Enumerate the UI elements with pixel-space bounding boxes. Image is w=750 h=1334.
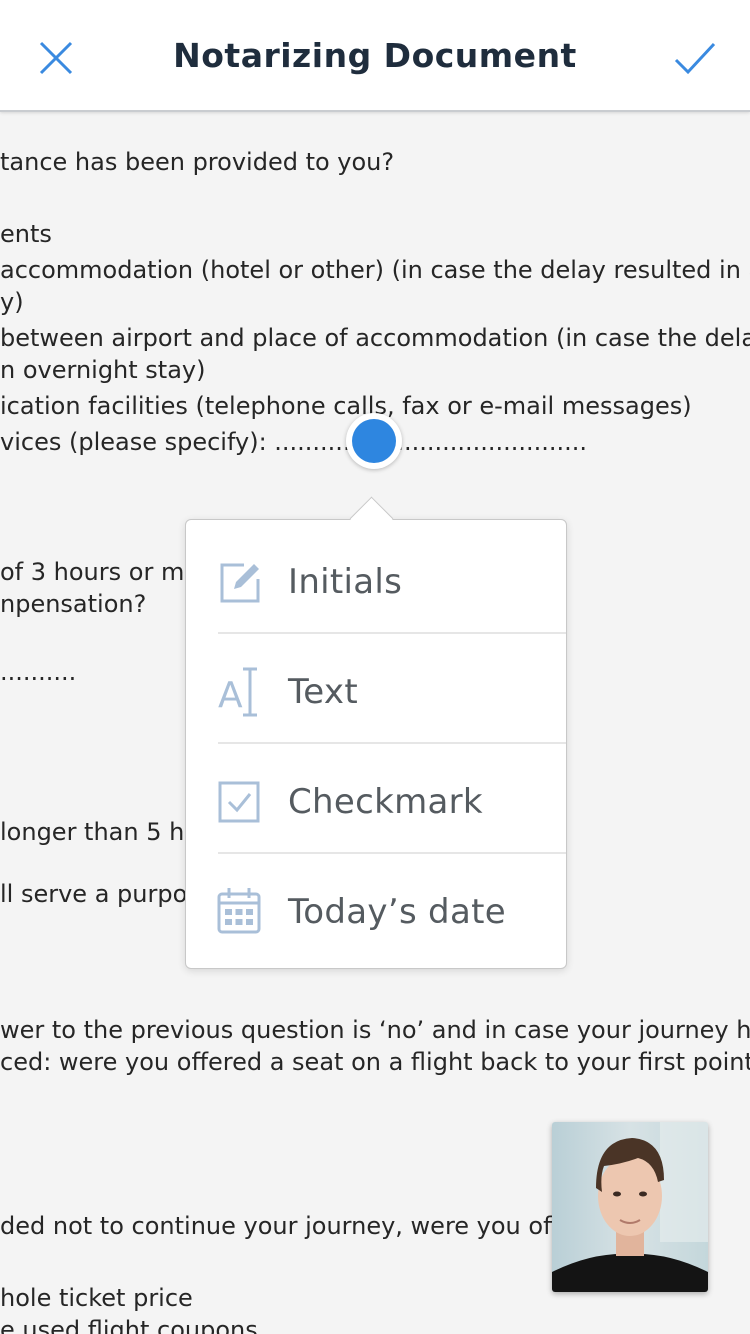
document-line: ced: were you offered a seat on a flight…	[0, 1048, 750, 1076]
page-title: Notarizing Document	[173, 36, 577, 75]
video-thumbnail[interactable]	[552, 1122, 708, 1292]
menu-item-checkmark[interactable]: Checkmark	[186, 744, 566, 854]
menu-item-initials[interactable]: Initials	[186, 524, 566, 634]
document-line: hole ticket price	[0, 1284, 193, 1312]
text-cursor-icon: A	[218, 667, 257, 717]
document-line: ded not to continue your journey, were y…	[0, 1212, 596, 1240]
document-line: tance has been provided to you?	[0, 148, 395, 176]
menu-item-label: Initials	[288, 562, 403, 602]
menu-item-label: Checkmark	[288, 782, 483, 822]
person-avatar	[552, 1122, 708, 1292]
edit-icon	[220, 563, 260, 603]
document-line: ll serve a purpo	[0, 880, 188, 908]
menu-item-label: Text	[288, 672, 358, 712]
document-line: ..........	[0, 658, 77, 686]
checkmark-icon	[674, 42, 716, 75]
document-line: npensation?	[0, 590, 147, 618]
document-line: longer than 5 h	[0, 818, 185, 846]
document-line: between airport and place of accommodati…	[0, 324, 750, 352]
top-bar: Notarizing Document	[0, 0, 750, 112]
document-line: n overnight stay)	[0, 356, 206, 384]
calendar-icon	[217, 888, 261, 934]
menu-item-label: Today’s date	[288, 892, 506, 932]
menu-item-todays-date[interactable]: Today’s date	[186, 854, 566, 964]
placement-marker[interactable]	[346, 413, 402, 469]
document-line: e used flight coupons	[0, 1316, 258, 1334]
document-line: wer to the previous question is ‘no’ and…	[0, 1016, 750, 1044]
menu-item-text[interactable]: A Text	[186, 634, 566, 744]
document-line: vices (please specify): ................…	[0, 428, 588, 456]
done-button[interactable]	[666, 30, 722, 86]
document-line: y)	[0, 288, 24, 316]
document-line: accommodation (hotel or other) (in case …	[0, 256, 750, 284]
document-line: ication facilities (telephone calls, fax…	[0, 392, 692, 420]
field-type-menu: Initials A Text Checkmark Today’s date	[185, 519, 567, 969]
document-line: ents	[0, 220, 52, 248]
checkbox-icon	[218, 781, 260, 823]
svg-text:A: A	[218, 675, 243, 716]
